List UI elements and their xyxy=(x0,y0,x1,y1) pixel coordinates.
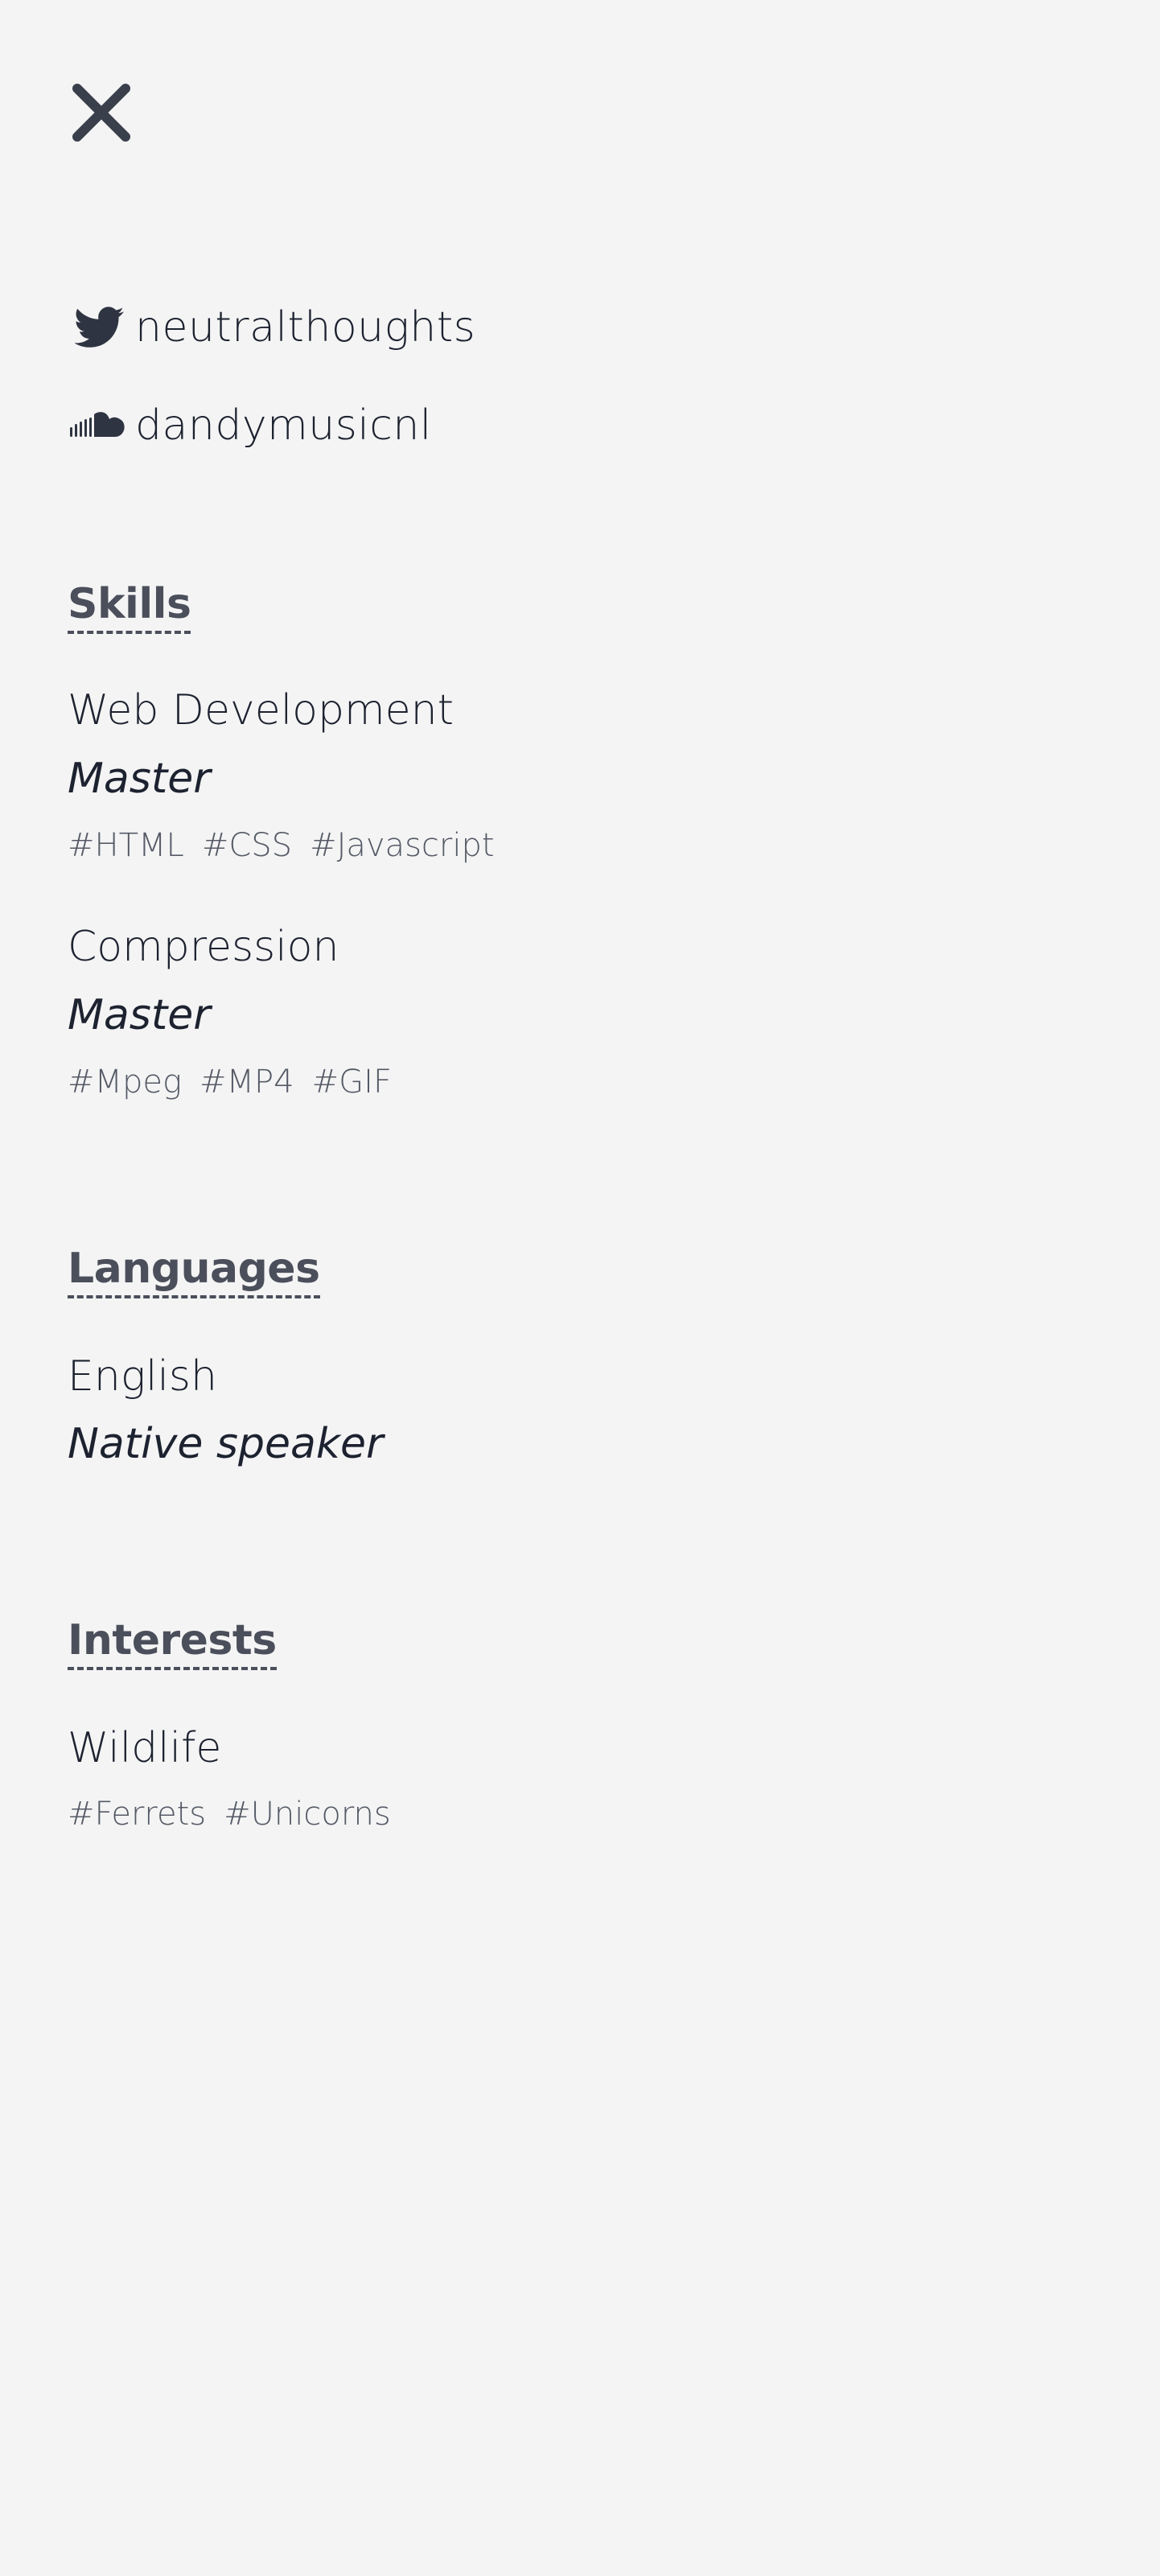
soundcloud-handle: dandymusicnl xyxy=(135,401,432,450)
close-icon xyxy=(69,80,134,145)
skill-level: Master xyxy=(68,755,211,803)
keyword-tag: #Mpeg xyxy=(68,1064,183,1101)
keyword-tag: #MP4 xyxy=(200,1064,294,1101)
social-link-soundcloud[interactable]: dandymusicnl xyxy=(68,389,792,462)
keyword-tag: #Javascript xyxy=(310,827,495,864)
skill-name: Web Development xyxy=(68,686,454,735)
twitter-handle: neutralthoughts xyxy=(135,303,476,352)
skills-heading: Skills xyxy=(68,580,191,634)
keyword-tag: #CSS xyxy=(201,827,293,864)
languages-heading: Languages xyxy=(68,1245,320,1298)
soundcloud-icon xyxy=(68,393,132,458)
sidebar-panel: neutralthoughts dandymusicnl Skills Web … xyxy=(0,0,1160,2576)
skill-level: Master xyxy=(68,991,211,1039)
keyword-tag: #HTML xyxy=(68,827,184,864)
keyword-tag: #Ferrets xyxy=(68,1796,207,1833)
language-name: English xyxy=(68,1352,217,1401)
social-link-twitter[interactable]: neutralthoughts xyxy=(68,291,792,364)
interest-name: Wildlife xyxy=(68,1724,222,1772)
keyword-tag: #Unicorns xyxy=(224,1796,391,1833)
twitter-icon xyxy=(68,295,132,360)
skill-keywords: #HTML #CSS #Javascript xyxy=(68,827,495,864)
interest-keywords: #Ferrets #Unicorns xyxy=(68,1796,391,1833)
interests-heading: Interests xyxy=(68,1616,277,1670)
skill-keywords: #Mpeg #MP4 #GIF xyxy=(68,1064,392,1101)
keyword-tag: #GIF xyxy=(311,1064,392,1101)
close-button[interactable] xyxy=(69,80,134,145)
language-level: Native speaker xyxy=(68,1420,384,1468)
skill-name: Compression xyxy=(68,923,339,971)
